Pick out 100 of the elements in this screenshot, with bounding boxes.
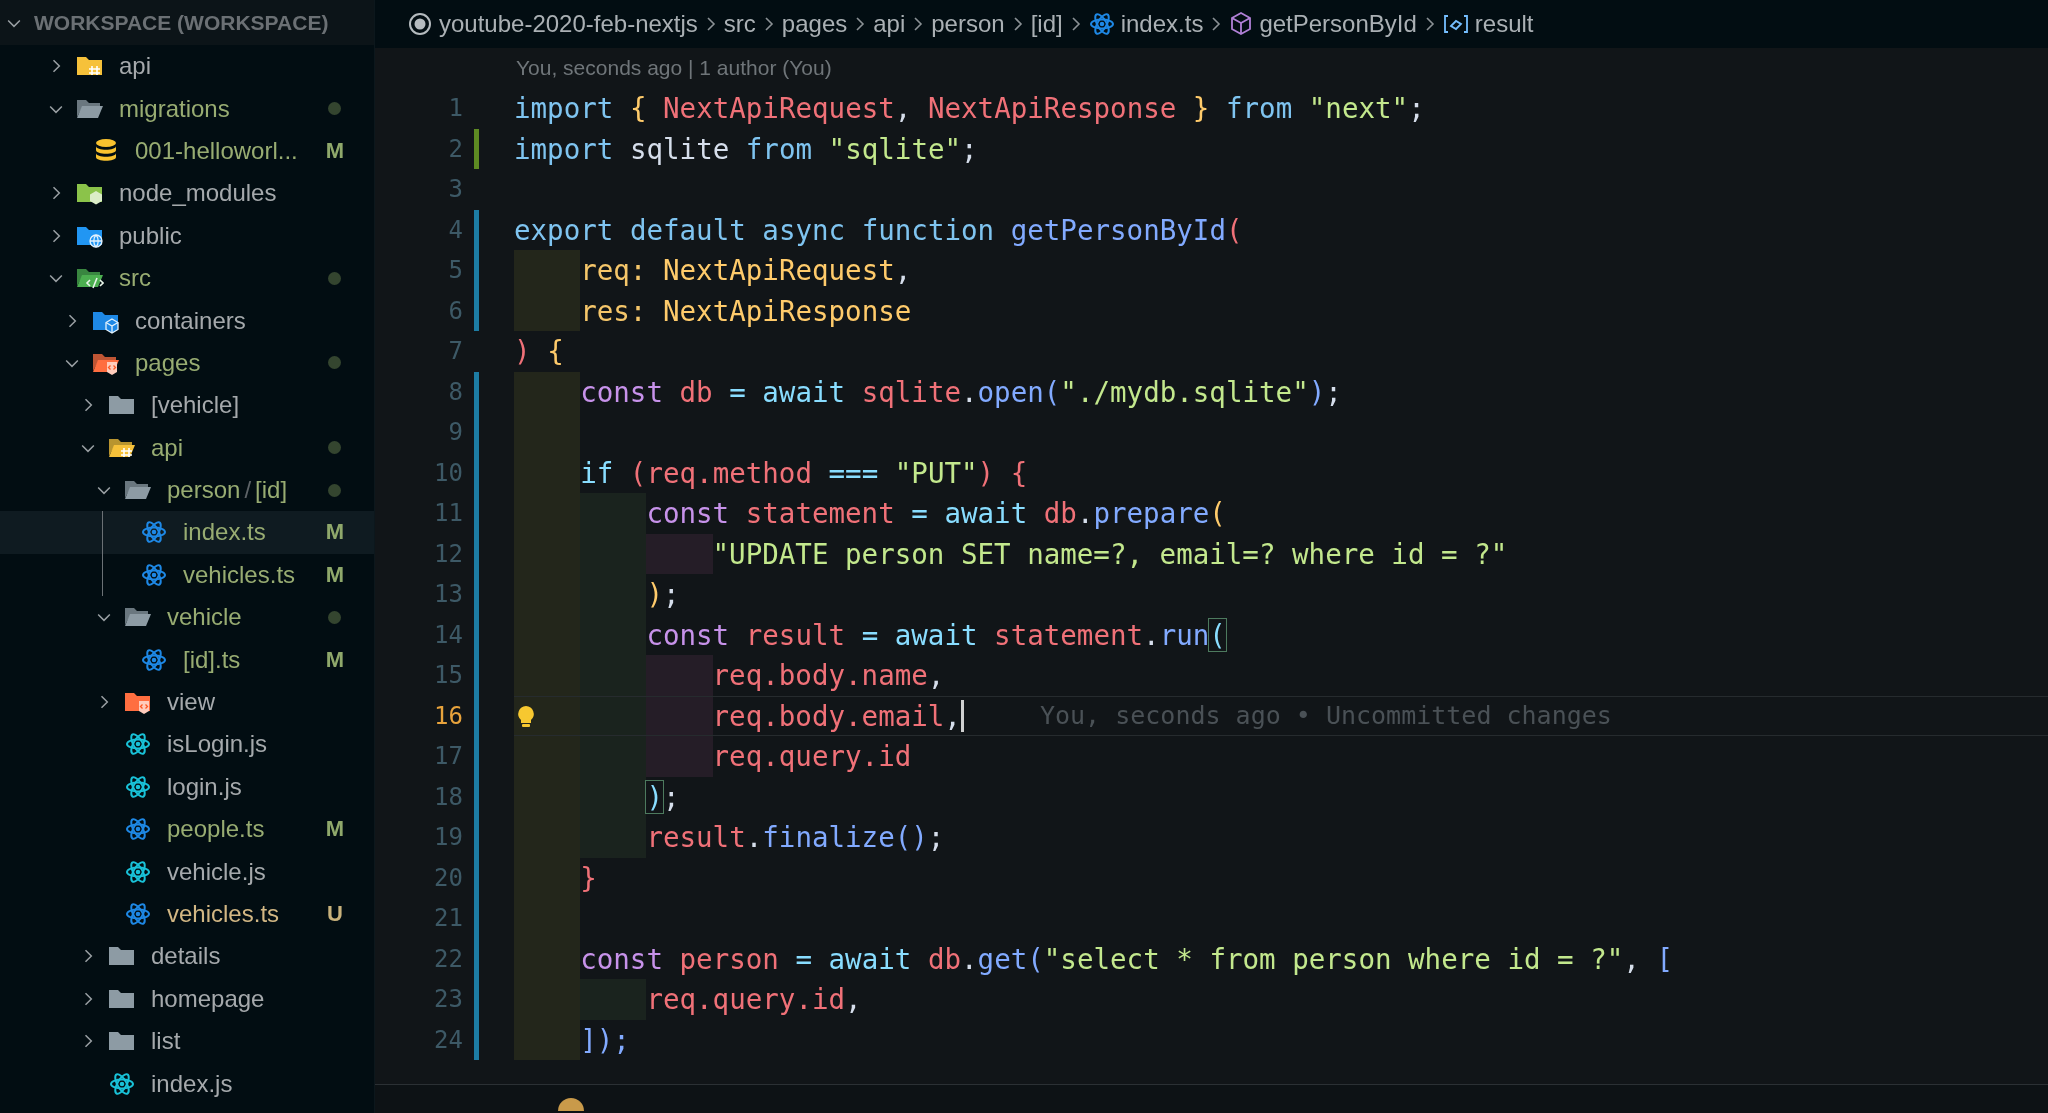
tree-item[interactable]: index.js [0, 1062, 374, 1105]
atom-icon [109, 1070, 135, 1097]
line-number: 4 [447, 214, 463, 246]
line-number: 8 [447, 376, 463, 408]
folder-name: person / [id] [167, 476, 289, 505]
codelens-text[interactable]: You, seconds ago | 1 author (You) [375, 48, 2048, 88]
code-line: import { NextApiRequest, NextApiResponse } from "next"; [514, 91, 1425, 127]
circle-dot-icon [407, 11, 433, 37]
code-line: const result = await statement.run( [646, 617, 1226, 653]
breadcrumb-item[interactable]: youtube-2020-feb-nextjs [439, 10, 698, 38]
atom-icon [125, 816, 151, 843]
file-name: index.js [151, 1069, 234, 1098]
tree-item[interactable]: homepage [0, 977, 374, 1020]
line-number: 2 [447, 133, 463, 165]
code-line: } [580, 860, 597, 896]
atom-icon [125, 731, 151, 758]
git-status-label: U [326, 901, 344, 927]
folder-name: migrations [119, 94, 231, 123]
tree-item[interactable]: containers [0, 299, 374, 342]
line-number: 5 [447, 255, 463, 287]
database-icon [94, 137, 118, 164]
breadcrumb-item[interactable]: api [873, 10, 906, 38]
tree-item[interactable]: person / [id] [0, 468, 374, 512]
file-name: vehicle.js [167, 857, 267, 886]
git-status-label: M [324, 646, 346, 673]
code-line: if (req.method === "PUT") { [580, 455, 1028, 491]
tree-item[interactable]: [vehicle] [0, 384, 374, 427]
tree-item[interactable]: vehicles.ts U [0, 892, 374, 936]
code-line: res: NextApiResponse [580, 293, 912, 329]
lightbulb-icon[interactable] [516, 704, 536, 729]
code-line: const db = await sqlite.open("./mydb.sqlite"); [580, 374, 1342, 410]
folder-name: public [119, 221, 183, 250]
tree-item[interactable]: migrations [0, 87, 374, 130]
git-status-label: M [324, 519, 346, 546]
atom-icon [1088, 11, 1115, 37]
breadcrumb-item[interactable]: getPersonById [1259, 10, 1417, 38]
code-line: req.query.id, [646, 982, 862, 1018]
folder-name: view [167, 688, 216, 717]
folder-name: pages [135, 348, 202, 377]
tree-item[interactable]: list [0, 1020, 374, 1063]
breadcrumb-item[interactable]: index.ts [1120, 10, 1204, 38]
line-number: 14 [433, 619, 463, 651]
breadcrumb-item[interactable]: [id] [1030, 10, 1063, 38]
indent-block [514, 696, 581, 735]
line-number: 12 [433, 538, 463, 570]
tree-item[interactable]: details [0, 935, 374, 978]
code-line: ); [646, 577, 680, 613]
tree-item[interactable]: pages [0, 341, 374, 385]
line-number: 21 [433, 903, 463, 935]
atom-icon [125, 773, 151, 800]
blame-annotation: You, seconds ago • Uncommitted changes [1039, 700, 1612, 733]
folder-name: [vehicle] [151, 391, 241, 420]
tree-item[interactable]: people.ts M [0, 808, 374, 851]
breadcrumb-item[interactable]: result [1474, 10, 1534, 38]
code-line: result.finalize(); [646, 820, 945, 856]
folder-name: homepage [151, 984, 266, 1013]
line-number: 19 [433, 822, 463, 854]
folder-name: src [119, 264, 152, 293]
code-line: req.body.email, [712, 696, 964, 735]
tree-item[interactable]: vehicle.js [0, 850, 374, 893]
tree-item[interactable]: api [0, 426, 374, 469]
file-name: isLogin.js [167, 730, 269, 759]
line-number: 9 [447, 417, 463, 449]
tree-item[interactable]: vehicle [0, 596, 374, 639]
folder-name: containers [135, 306, 247, 335]
line-number: 24 [433, 1024, 463, 1056]
tree-item[interactable]: api [0, 45, 374, 88]
folder-name: node_modules [119, 179, 278, 208]
git-status-label: M [324, 137, 346, 164]
tree-item[interactable]: 001-helloworl... M [0, 129, 374, 173]
tree-item[interactable]: isLogin.js [0, 723, 374, 766]
line-number: 18 [433, 781, 463, 813]
tree-item[interactable]: view [0, 680, 374, 724]
code-line: req: NextApiRequest, [580, 253, 912, 289]
code-line: import sqlite from "sqlite"; [514, 131, 978, 167]
tree-item[interactable]: login.js [0, 765, 374, 809]
atom-icon [141, 519, 167, 546]
folder-name: vehicle [167, 603, 243, 632]
folder-name: api [119, 52, 153, 81]
atom-icon [125, 901, 151, 927]
cube-icon [1229, 11, 1254, 37]
file-name: index.ts [183, 518, 267, 547]
code-line: export default async function getPersonById( [514, 212, 1243, 248]
tree-item[interactable]: node_modules [0, 172, 374, 215]
tree-item[interactable]: index.ts M [0, 511, 374, 554]
tree-item[interactable]: src [0, 256, 374, 300]
breadcrumb-item[interactable]: person [931, 10, 1005, 38]
git-status-label: M [324, 816, 346, 843]
breadcrumb-item[interactable]: src [723, 10, 756, 38]
file-name: vehicles.ts [183, 560, 297, 589]
tree-item[interactable]: [id].ts M [0, 638, 374, 681]
variable-icon [1442, 13, 1469, 35]
tree-item[interactable]: public [0, 214, 374, 257]
code-line: ]); [580, 1022, 630, 1058]
line-number: 3 [447, 174, 463, 206]
avatar-icon [558, 1098, 584, 1111]
breadcrumb-item[interactable]: pages [781, 10, 848, 38]
line-number: 13 [433, 579, 463, 611]
atom-icon [125, 858, 151, 885]
tree-item[interactable]: vehicles.ts M [0, 553, 374, 597]
